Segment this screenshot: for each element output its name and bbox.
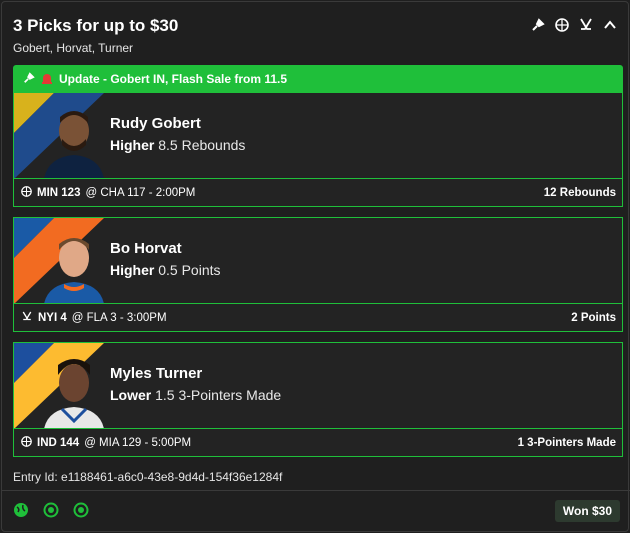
pick-stat: 8.5 Rebounds: [158, 137, 246, 153]
pick-header: Myles Turner Lower 1.5 3-Pointers Made: [14, 343, 622, 429]
alert-icon: [41, 72, 53, 87]
pick-footer: IND 144 @ MIA 129 - 5:00PM 1 3-Pointers …: [14, 429, 622, 456]
pick-line: Lower 1.5 3-Pointers Made: [110, 387, 281, 403]
entry-subtitle: Gobert, Horvat, Turner: [13, 41, 134, 55]
hockey-icon: [21, 311, 33, 325]
pick-result: 12 Rebounds: [543, 186, 616, 199]
game-info: MIN 123 @ CHA 117 - 2:00PM: [21, 185, 196, 200]
pick-footer: MIN 123 @ CHA 117 - 2:00PM 12 Rebounds: [14, 179, 622, 206]
pick-footer: NYI 4 @ FLA 3 - 3:00PM 2 Points: [14, 304, 622, 331]
pick-stat: 1.5 3-Pointers Made: [155, 387, 282, 403]
player-photo: [44, 111, 104, 178]
matchup: @ FLA 3 - 3:00PM: [71, 311, 167, 324]
matchup: @ CHA 117 - 2:00PM: [85, 186, 196, 199]
team-score: NYI 4: [38, 311, 67, 324]
team-score: MIN 123: [37, 186, 81, 199]
pick-result: 1 3-Pointers Made: [517, 436, 616, 449]
flash-icon: [23, 71, 35, 87]
radio-check-icon[interactable]: [73, 502, 89, 518]
basketball-icon: [21, 185, 32, 200]
game-info: NYI 4 @ FLA 3 - 3:00PM: [21, 311, 167, 325]
divider: [2, 490, 630, 491]
pick-card[interactable]: Bo Horvat Higher 0.5 Points NYI 4 @ FLA …: [13, 217, 623, 332]
pick-direction: Higher: [110, 137, 155, 153]
game-info: IND 144 @ MIA 129 - 5:00PM: [21, 435, 192, 450]
globe-icon[interactable]: [13, 502, 29, 518]
player-photo: [44, 359, 104, 428]
player-name: Myles Turner: [110, 365, 203, 382]
team-score: IND 144: [37, 436, 80, 449]
chevron-up-icon[interactable]: [602, 17, 618, 33]
pick-card[interactable]: Rudy Gobert Higher 8.5 Rebounds MIN 123 …: [13, 92, 623, 207]
footer-icons: [13, 502, 89, 518]
radio-check-icon[interactable]: [43, 502, 59, 518]
pick-header: Rudy Gobert Higher 8.5 Rebounds: [14, 93, 622, 179]
entry-card: 3 Picks for up to $30 Gobert, Horvat, Tu…: [1, 1, 630, 532]
pick-line: Higher 8.5 Rebounds: [110, 137, 245, 153]
pick-direction: Lower: [110, 387, 152, 403]
basketball-icon: [554, 17, 570, 33]
pick-direction: Higher: [110, 262, 155, 278]
pick-stat: 0.5 Points: [158, 262, 221, 278]
banner-text: Update - Gobert IN, Flash Sale from 11.5: [59, 72, 288, 86]
pick-header: Bo Horvat Higher 0.5 Points: [14, 218, 622, 304]
player-name: Bo Horvat: [110, 240, 182, 257]
player-photo: [44, 238, 104, 303]
hockey-icon: [578, 17, 594, 33]
pick-result: 2 Points: [571, 311, 616, 324]
update-banner: Update - Gobert IN, Flash Sale from 11.5: [13, 65, 623, 93]
won-badge: Won $30: [554, 500, 620, 522]
basketball-icon: [21, 435, 32, 450]
player-name: Rudy Gobert: [110, 115, 201, 132]
pick-line: Higher 0.5 Points: [110, 262, 221, 278]
entry-title: 3 Picks for up to $30: [13, 16, 179, 35]
flash-icon: [530, 17, 546, 33]
entry-id: Entry Id: e1188461-a6c0-43e8-9d4d-154f36…: [13, 470, 283, 484]
matchup: @ MIA 129 - 5:00PM: [84, 436, 192, 449]
pick-card[interactable]: Myles Turner Lower 1.5 3-Pointers Made I…: [13, 342, 623, 457]
header-icons: [530, 17, 618, 33]
